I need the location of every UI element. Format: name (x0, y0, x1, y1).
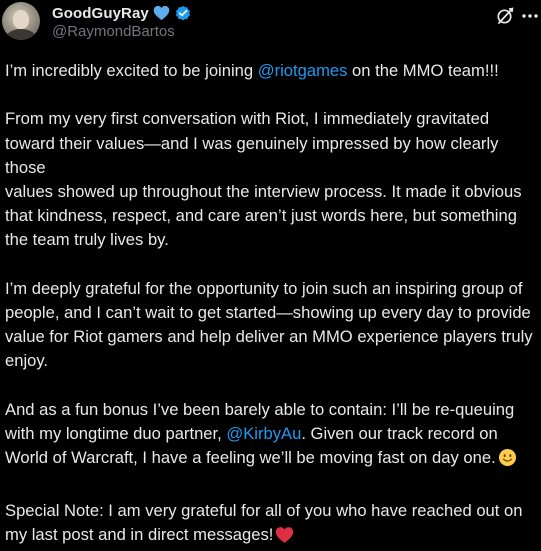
text-span: I’m incredibly excited to be joining (5, 61, 258, 80)
verified-badge-icon[interactable] (174, 4, 192, 22)
post: GoodGuyRay @RaymondBartos I’m incredibly… (0, 0, 541, 544)
text-line: And as a fun bonus I’ve been barely able… (5, 399, 515, 419)
post-paragraph-2: From my very first conversation with Rio… (5, 107, 538, 252)
post-text: I’m incredibly excited to be joining @ri… (5, 59, 538, 551)
text-line: World of Warcraft, I have a feeling we’l… (5, 448, 496, 468)
text-line: Special Note: I am very grateful for all… (5, 500, 523, 520)
name-row: GoodGuyRay (52, 3, 192, 23)
text-span: . Given our track record on (301, 424, 498, 443)
text-line: people, and I can’t wait to get started—… (5, 303, 531, 322)
text-line: From my very first conversation with Rio… (5, 109, 490, 129)
text-line: toward their values—and I was genuinely … (5, 133, 499, 177)
text-span: with my longtime duo partner, (5, 424, 227, 443)
grok-icon[interactable] (495, 6, 515, 26)
text-line: the team truly lives by. (5, 230, 169, 250)
post-paragraph-5: Special Note: I am very grateful for all… (5, 499, 538, 551)
text-line: I’m deeply grateful for the opportunity … (5, 278, 523, 298)
blue-heart-icon (153, 5, 170, 21)
mention-kirbyau-link[interactable]: @KirbyAu (226, 424, 301, 443)
slightly-smiling-face-icon (498, 448, 517, 474)
post-header: GoodGuyRay @RaymondBartos (0, 0, 541, 52)
avatar-shoulders (6, 29, 36, 40)
author-handle[interactable]: @RaymondBartos (52, 23, 175, 40)
post-paragraph-1: I’m incredibly excited to be joining @ri… (5, 59, 538, 83)
text-line: value for Riot gamers and help deliver a… (5, 327, 533, 347)
avatar-face (13, 10, 29, 29)
more-icon[interactable] (521, 6, 539, 26)
post-paragraph-3: I’m deeply grateful for the opportunity … (5, 277, 538, 374)
mention-riotgames-link[interactable]: @riotgames (258, 61, 348, 80)
author-display-name[interactable]: GoodGuyRay (52, 5, 149, 22)
avatar[interactable] (2, 2, 40, 40)
red-heart-icon (275, 526, 294, 551)
text-line: values showed up throughout the intervie… (5, 182, 522, 201)
text-line: enjoy. (5, 351, 49, 371)
text-line: that kindness, respect, and care aren’t … (5, 206, 517, 226)
text-line: my last post and in direct messages! (5, 524, 274, 544)
text-span: on the MMO team!!! (347, 61, 499, 80)
post-paragraph-4: And as a fun bonus I’ve been barely able… (5, 398, 538, 475)
